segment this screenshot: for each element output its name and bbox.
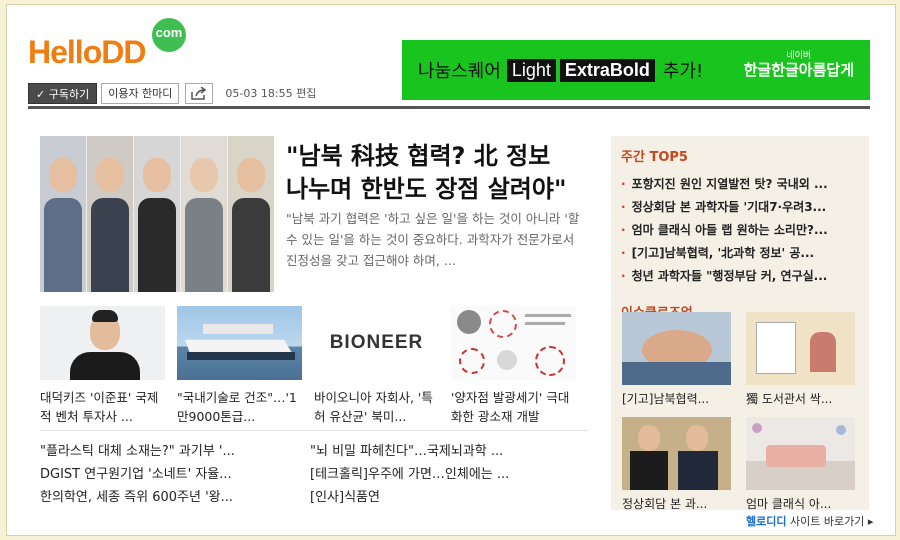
issue-item[interactable]: [기고]남북협력... [622,312,731,409]
feature-lede[interactable]: "남북 과기 협력은 '하고 싶은 일'을 하는 것이 아니라 '할 수 있는 … [286,208,584,271]
list-item[interactable]: 한의학연, 세종 즉위 600주년 '왕... [40,486,310,509]
ad-bold-label: ExtraBold [559,58,655,82]
card-thumbnail [451,306,576,380]
news-card[interactable]: BIONEER 바이오니아 자회사, '특허 유산균' 북미... [314,306,439,426]
bioneer-logo: BIONEER [329,332,424,353]
subscribe-button[interactable]: ✓ 구독하기 [28,82,98,104]
logo-dot-com: com [152,18,186,52]
feature-photo[interactable] [40,136,274,292]
card-title: '양자점 발광세기' 극대화한 광소재 개발 [451,390,570,424]
list-item[interactable]: [테크홀릭]우주에 가면…인체에는 ... [310,463,580,486]
issue-item[interactable]: 獨 도서관서 싹... [746,312,855,409]
list-item[interactable]: [인사]식품연 [310,486,580,509]
headline-line-2: 나누며 한반도 장점 살려야" [286,175,567,203]
headline-list-left: "플라스틱 대체 소재는?" 과기부 '... DGIST 연구원기업 '소네트… [40,440,310,509]
top5-item[interactable]: 엄마 클래식 아들 랩 원하는 소리만?... [621,219,857,242]
site-shortcut-link[interactable]: 헬로디디 사이트 바로가기 ▸ [746,513,873,529]
logo-text-hello: Hello [28,34,102,70]
ad-naver-logo: 네이버 한글한글아름답게 [743,51,854,79]
card-title: "국내기술로 건조"…'1만9000톤급... [177,390,297,424]
issue-thumbnail [746,417,855,490]
share-icon [191,86,207,100]
person-photo [181,136,228,292]
shortcut-brand: 헬로디디 [746,515,787,528]
top5-title: 주간 TOP5 [621,150,688,165]
headline-line-1: "남북 科技 협력? 北 정보 [286,142,551,170]
ad-prefix: 나눔스퀘어 [418,61,501,82]
ad-logo-big: 한글한글아름답게 [743,60,854,79]
font-ad-banner[interactable]: 나눔스퀘어 Light ExtraBold 추가! 네이버 한글한글아름답게 [402,40,870,100]
person-photo [87,136,134,292]
top5-list: 포항지진 원인 지열발전 탓? 국내외 ... 정상회담 본 과학자들 '기대7… [621,173,869,288]
sidebar-panel: 주간 TOP5 포항지진 원인 지열발전 탓? 국내외 ... 정상회담 본 과… [611,136,869,511]
article-toolbar: ✓ 구독하기 이용자 한마디 05-03 18:55 편집 [28,82,316,104]
list-item[interactable]: "뇌 비밀 파헤친다"…국제뇌과학 ... [310,440,580,463]
ad-suffix: 추가! [662,61,704,82]
issue-thumbnail [746,312,855,385]
issue-title: 獨 도서관서 싹... [746,392,833,406]
top5-item[interactable]: [기고]남북협력, '北과학 정보' 공... [621,242,857,265]
news-card[interactable]: 대덕키즈 '이준표' 국제적 벤처 투자사 ... [40,306,165,426]
list-item[interactable]: DGIST 연구원기업 '소네트' 자율... [40,463,310,486]
top5-item[interactable]: 포항지진 원인 지열발전 탓? 국내외 ... [621,173,857,196]
article-date: 05-03 18:55 편집 [225,87,317,100]
news-card[interactable]: "국내기술로 건조"…'1만9000톤급... [177,306,302,426]
person-photo [40,136,87,292]
list-item[interactable]: "플라스틱 대체 소재는?" 과기부 '... [40,440,310,463]
news-cards: 대덕키즈 '이준표' 국제적 벤처 투자사 ... "국내기술로 건조"…'1만… [40,306,590,426]
header-rule [28,106,870,109]
issue-item[interactable]: 엄마 클래식 아... [746,417,855,514]
list-divider [40,430,588,431]
ad-light-label: Light [506,58,556,82]
card-title: 대덕키즈 '이준표' 국제적 벤처 투자사 ... [40,390,159,424]
share-button[interactable] [185,82,214,104]
issue-thumbnail [622,417,731,490]
top5-item[interactable]: 청년 과학자들 "행정부담 커, 연구실... [621,265,857,288]
headline-list-right: "뇌 비밀 파헤친다"…국제뇌과학 ... [테크홀릭]우주에 가면…인체에는 … [310,440,580,509]
person-photo [134,136,181,292]
card-thumbnail: BIONEER [314,306,439,380]
issue-title: [기고]남북협력... [622,392,710,406]
news-card[interactable]: '양자점 발광세기' 극대화한 광소재 개발 [451,306,576,426]
issue-grid: [기고]남북협력... 獨 도서관서 싹... 정상회담 본 과... 엄마 클… [622,312,858,514]
card-title: 바이오니아 자회사, '특허 유산균' 북미... [314,390,433,424]
issue-thumbnail [622,312,731,385]
shortcut-text: 사이트 바로가기 ▸ [786,515,874,528]
user-comment-button[interactable]: 이용자 한마디 [101,82,180,104]
logo-text-dd: DD [101,34,146,70]
issue-title: 엄마 클래식 아... [746,497,832,511]
card-thumbnail [40,306,165,380]
card-thumbnail [177,306,302,380]
feature-headline[interactable]: "남북 科技 협력? 北 정보 나누며 한반도 장점 살려야" [286,140,586,206]
hellodd-logo[interactable]: HelloDD com [28,18,198,74]
person-photo [228,136,274,292]
top5-item[interactable]: 정상회담 본 과학자들 '기대7·우려3... [621,196,857,219]
issue-title: 정상회담 본 과... [622,497,708,511]
issue-item[interactable]: 정상회담 본 과... [622,417,731,514]
